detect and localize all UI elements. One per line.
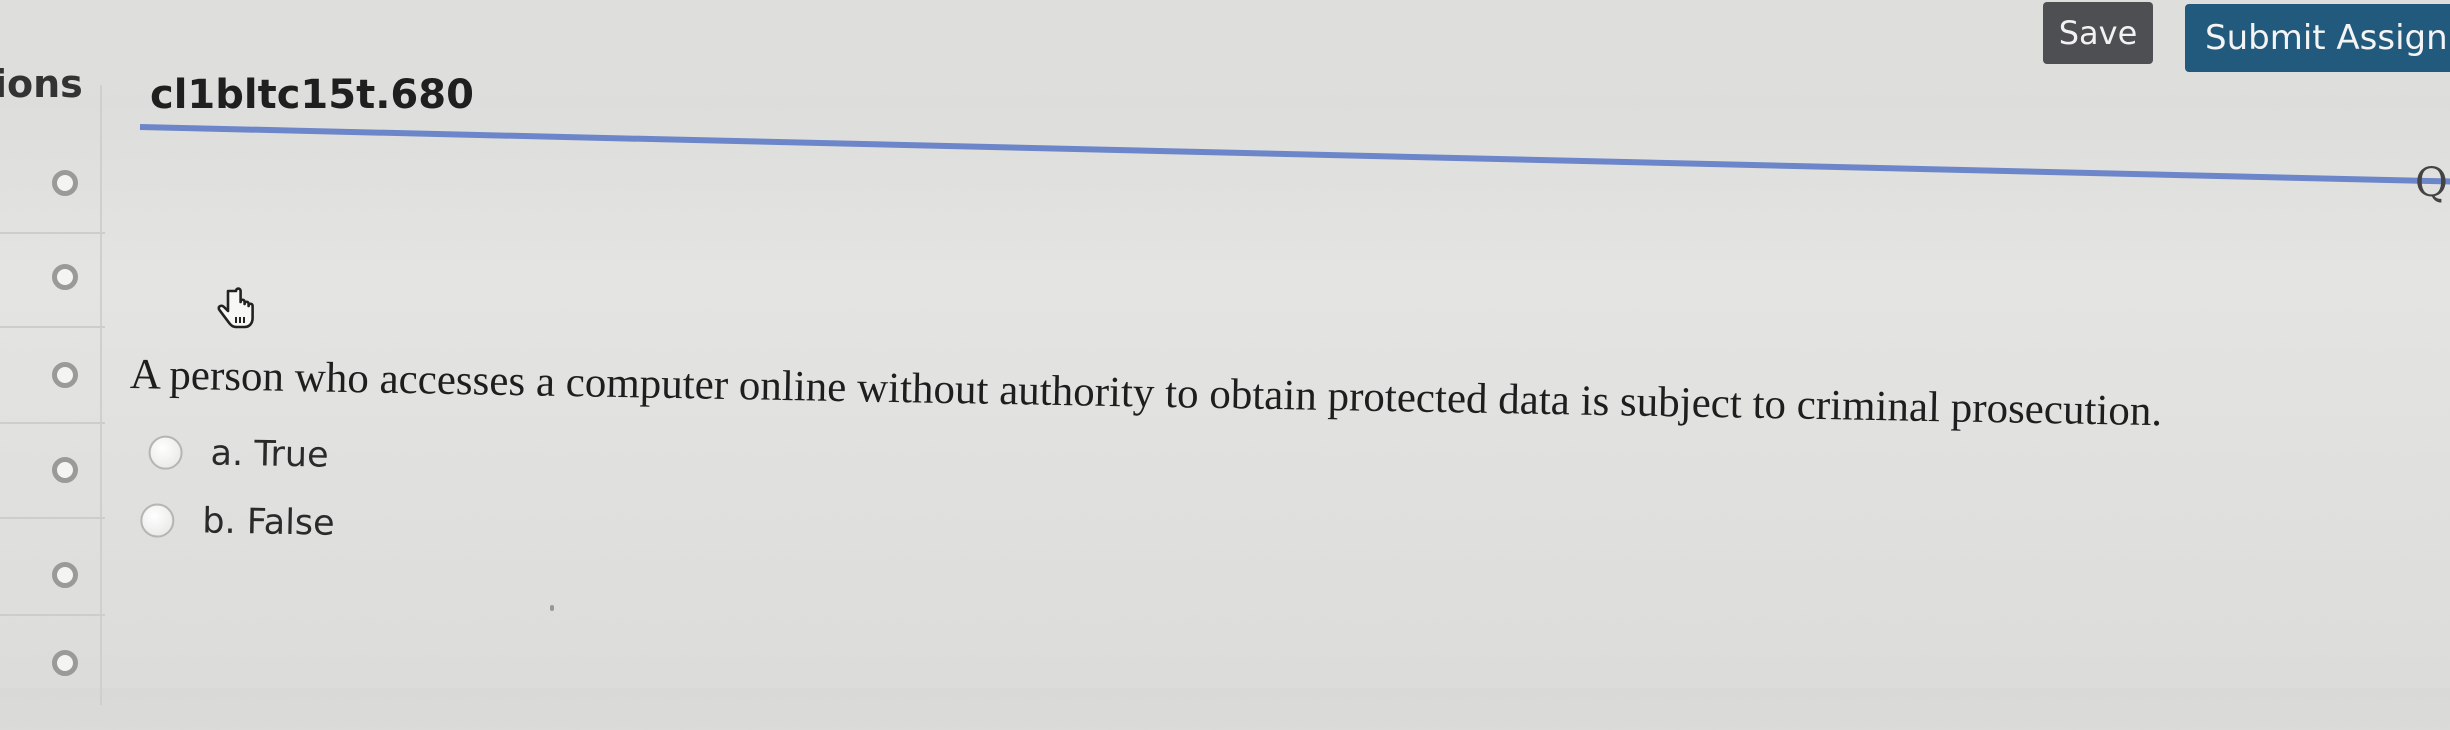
question-region: A person who accesses a computer online …	[0, 0, 2450, 730]
question-text: A person who accesses a computer online …	[129, 351, 2163, 436]
radio-true[interactable]	[148, 435, 183, 470]
option-true[interactable]: a. True	[148, 427, 329, 480]
option-label: b. False	[201, 501, 336, 544]
option-label: a. True	[210, 433, 329, 476]
option-false[interactable]: b. False	[140, 495, 335, 549]
screen-speck	[550, 605, 554, 611]
radio-false[interactable]	[140, 503, 175, 538]
